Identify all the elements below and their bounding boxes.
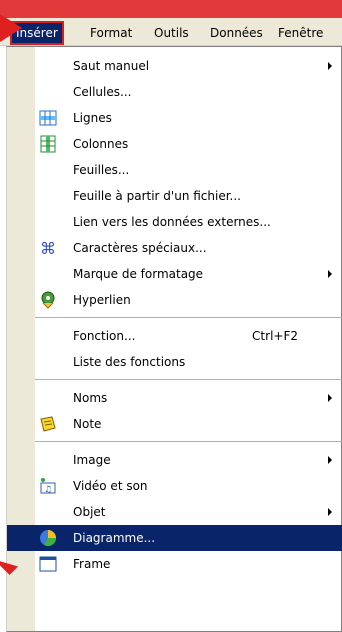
menu-item-label: Colonnes (73, 137, 129, 151)
menu-item-label: Vidéo et son (73, 479, 148, 493)
menu-item-frame[interactable]: Frame (7, 551, 342, 577)
menu-item-label: Saut manuel (73, 59, 150, 73)
menu-item-image[interactable]: Image (7, 447, 342, 473)
menu-item-fonction[interactable]: Fonction... Ctrl+F2 (7, 323, 342, 349)
menu-item-marque-formatage[interactable]: Marque de formatage (7, 261, 342, 287)
menu-item-video-son[interactable]: ♫ Vidéo et son (7, 473, 342, 499)
hyperlink-icon (41, 291, 55, 309)
menu-item-caracteres-speciaux[interactable]: ⌘ Caractères spéciaux... (7, 235, 342, 261)
menu-item-label: Lien vers les données externes... (73, 215, 271, 229)
menu-item-feuille-fichier[interactable]: Feuille à partir d'un fichier... (7, 183, 342, 209)
frame-icon (39, 556, 57, 572)
submenu-arrow-icon (328, 456, 332, 464)
note-icon (40, 416, 56, 432)
menu-format[interactable]: Format (86, 23, 136, 43)
menu-bar: Insérer Format Outils Données Fenêtre (0, 18, 342, 46)
menu-item-label: Feuilles... (73, 163, 130, 177)
menu-item-note[interactable]: Note (7, 411, 342, 437)
menu-item-noms[interactable]: Noms (7, 385, 342, 411)
menu-item-liste-fonctions[interactable]: Liste des fonctions (7, 349, 342, 375)
menu-item-objet[interactable]: Objet (7, 499, 342, 525)
menu-item-label: Caractères spéciaux... (73, 241, 207, 255)
menu-fenetre[interactable]: Fenêtre (274, 23, 327, 43)
menu-item-label: Marque de formatage (73, 267, 204, 281)
menu-item-label: Cellules... (73, 85, 132, 99)
menu-item-label: Noms (73, 391, 108, 405)
menu-item-label: Fonction... (73, 329, 136, 343)
submenu-arrow-icon (328, 62, 332, 70)
menu-item-label: Image (73, 453, 111, 467)
menu-item-label: Feuille à partir d'un fichier... (73, 189, 241, 203)
menu-item-lignes[interactable]: Lignes (7, 105, 342, 131)
menu-item-label: Lignes (73, 111, 112, 125)
submenu-arrow-icon (328, 394, 332, 402)
window-top-strip (0, 0, 342, 18)
insert-columns-icon (40, 135, 56, 153)
video-sound-icon: ♫ (40, 478, 56, 495)
menu-item-feuilles[interactable]: Feuilles... (7, 157, 342, 183)
menu-item-label: Diagramme... (73, 531, 156, 545)
insert-rows-icon (39, 110, 57, 126)
menu-item-label: Objet (73, 505, 106, 519)
submenu-arrow-icon (328, 508, 332, 516)
menu-item-label: Frame (73, 557, 111, 571)
menu-outils[interactable]: Outils (150, 23, 193, 43)
menu-separator (35, 441, 342, 442)
menu-item-diagramme[interactable]: Diagramme... (7, 525, 342, 551)
menu-donnees[interactable]: Données (206, 23, 267, 43)
special-characters-icon: ⌘ (40, 239, 56, 257)
menu-item-label: Hyperlien (73, 293, 131, 307)
menu-item-label: Liste des fonctions (73, 355, 186, 369)
menu-item-hyperlien[interactable]: Hyperlien (7, 287, 342, 313)
menu-item-cellules[interactable]: Cellules... (7, 79, 342, 105)
menu-item-label: Note (73, 417, 102, 431)
submenu-arrow-icon (328, 270, 332, 278)
menu-item-lien-externe[interactable]: Lien vers les données externes... (7, 209, 342, 235)
annotation-arrow-top (0, 14, 22, 42)
chart-pie-icon (40, 530, 57, 547)
menu-separator (35, 379, 342, 380)
inserer-dropdown-menu: Saut manuel Cellules... Lignes Colonnes … (6, 46, 342, 632)
menu-item-saut-manuel[interactable]: Saut manuel (7, 53, 342, 79)
svg-text:⌘: ⌘ (40, 239, 56, 257)
menu-separator (35, 317, 342, 318)
menu-item-colonnes[interactable]: Colonnes (7, 131, 342, 157)
svg-text:♫: ♫ (44, 485, 52, 495)
menu-item-shortcut: Ctrl+F2 (252, 329, 298, 343)
